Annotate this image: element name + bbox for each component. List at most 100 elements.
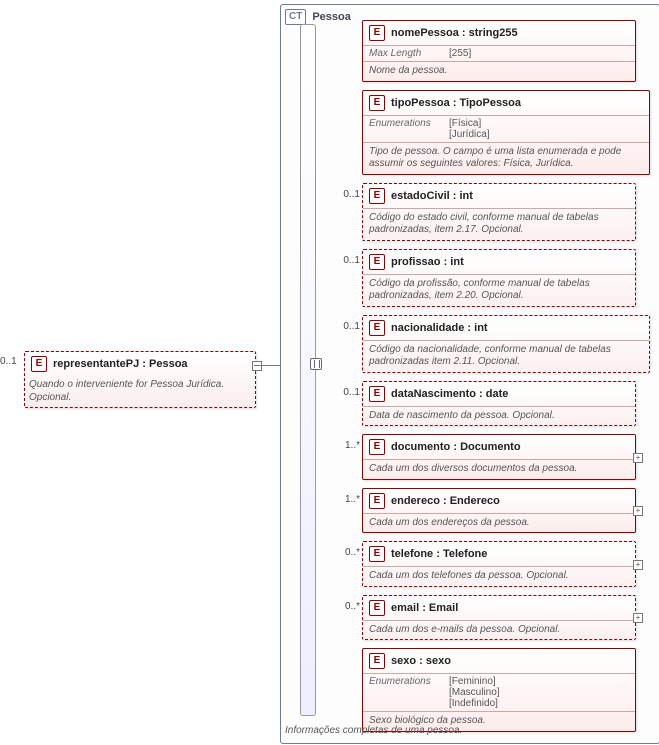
element-desc: Código da profissão, conforme manual de …: [363, 274, 635, 306]
occurrence-label: 0..1: [336, 387, 360, 398]
element-header: EtipoPessoa : TipoPessoa: [363, 91, 649, 115]
element-type: TipoPessoa: [459, 97, 521, 109]
element-sexo[interactable]: Esexo : sexo Enumerations [Feminino] [Masc…: [362, 648, 636, 732]
element-name: estadoCivil: [391, 190, 450, 202]
element-header: EdataNascimento : date: [363, 382, 635, 406]
element-name: sexo: [391, 655, 416, 667]
element-representantePJ[interactable]: E representantePJ : Pessoa Quando o inte…: [24, 351, 256, 408]
element-name: email: [391, 602, 419, 614]
element-tag: E: [369, 386, 385, 402]
element-tag: E: [369, 95, 385, 111]
element-name: nacionalidade: [391, 322, 464, 334]
element-desc: Nome da pessoa.: [363, 61, 635, 81]
element-tag: E: [369, 320, 385, 336]
element-desc: Data de nascimento da pessoa. Opcional.: [363, 406, 635, 426]
element-endereco[interactable]: Eendereco : EnderecoCada um dos endereço…: [362, 488, 636, 534]
element-tag: E: [369, 439, 385, 455]
element-type: Email: [429, 602, 458, 614]
element-header: Edocumento : Documento: [363, 435, 635, 459]
child-sexo: Esexo : sexo Enumerations [Feminino] [Masc…: [336, 648, 648, 732]
facet-value: [255]: [449, 48, 471, 59]
expand-icon[interactable]: +: [633, 453, 643, 463]
element-desc: Cada um dos endereços da pessoa.: [363, 513, 635, 533]
element-tipoPessoa[interactable]: EtipoPessoa : TipoPessoa Enumerations [Fís…: [362, 90, 650, 175]
facet-row: Enumerations [Física] [Jurídica]: [363, 115, 649, 142]
element-telefone[interactable]: Etelefone : TelefoneCada um dos telefone…: [362, 541, 636, 587]
occurrence-label: 0..*: [336, 601, 360, 612]
element-header: Eendereco : Endereco: [363, 489, 635, 513]
element-desc: Tipo de pessoa. O campo é uma lista enum…: [363, 142, 649, 174]
occurrence-label: 0..1: [336, 321, 360, 332]
element-desc: Cada um dos e-mails da pessoa. Opcional.: [363, 620, 635, 640]
element-profissao[interactable]: Eprofissao : intCódigo da profissão, con…: [362, 249, 636, 307]
expand-icon[interactable]: +: [633, 560, 643, 570]
facet-label: Enumerations: [369, 118, 439, 140]
element-tag: E: [369, 254, 385, 270]
sequence-compositor-icon[interactable]: [310, 358, 322, 370]
element-type: string255: [469, 27, 518, 39]
element-name: profissao: [391, 256, 441, 268]
element-type: int: [450, 256, 463, 268]
children-container: EnomePessoa : string255 Max Length [255] No…: [336, 20, 648, 740]
element-tag: E: [369, 493, 385, 509]
occurrence-label: 0..*: [336, 547, 360, 558]
ct-tag: CT: [285, 9, 306, 25]
element-type: int: [459, 190, 472, 202]
element-desc: Código do estado civil, conforme manual …: [363, 208, 635, 240]
element-name: endereco: [391, 495, 440, 507]
element-type: sexo: [426, 655, 451, 667]
element-tag: E: [369, 600, 385, 616]
element-nomePessoa[interactable]: EnomePessoa : string255 Max Length [255] No…: [362, 20, 636, 82]
element-type: Endereco: [450, 495, 500, 507]
ct-footer: Informações completas de uma pessoa.: [285, 725, 462, 736]
element-name: telefone: [391, 548, 433, 560]
facet-row: Enumerations [Feminino] [Masculino] [Inde…: [363, 673, 635, 711]
facet-row: Max Length [255]: [363, 45, 635, 61]
element-desc: Código da nacionalidade, conforme manual…: [363, 340, 649, 372]
element-desc: Cada um dos diversos documentos da pesso…: [363, 459, 635, 479]
child-estadoCivil: 0..1EestadoCivil : intCódigo do estado c…: [336, 183, 648, 241]
expand-icon[interactable]: +: [633, 613, 643, 623]
element-header: Eprofissao : int: [363, 250, 635, 274]
child-endereco: 1..*Eendereco : EnderecoCada um dos ende…: [336, 488, 648, 534]
child-tipoPessoa: EtipoPessoa : TipoPessoa Enumerations [Fís…: [336, 90, 648, 175]
element-tag: E: [369, 653, 385, 669]
expand-icon[interactable]: +: [633, 506, 643, 516]
element-tag: E: [369, 546, 385, 562]
facet-label: Max Length: [369, 48, 439, 59]
element-documento[interactable]: Edocumento : DocumentoCada um dos divers…: [362, 434, 636, 480]
element-header: Etelefone : Telefone: [363, 542, 635, 566]
element-type: Documento: [460, 441, 521, 453]
child-profissao: 0..1Eprofissao : intCódigo da profissão,…: [336, 249, 648, 307]
element-header: Esexo : sexo: [363, 649, 635, 673]
facet-label: Enumerations: [369, 676, 439, 709]
element-desc: Quando o interveniente for Pessoa Jurídi…: [25, 376, 255, 407]
element-type: int: [474, 322, 487, 334]
child-nomePessoa: EnomePessoa : string255 Max Length [255] No…: [336, 20, 648, 82]
element-header: Eemail : Email: [363, 596, 635, 620]
element-name: nomePessoa: [391, 27, 459, 39]
child-dataNascimento: 0..1EdataNascimento : dateData de nascim…: [336, 381, 648, 427]
child-telefone: 0..*Etelefone : TelefoneCada um dos tele…: [336, 541, 648, 587]
sequence-bar: [300, 24, 316, 716]
element-tag: E: [369, 25, 385, 41]
element-estadoCivil[interactable]: EestadoCivil : intCódigo do estado civil…: [362, 183, 636, 241]
occurrence-label: 0..1: [336, 189, 360, 200]
element-type: Pessoa: [149, 358, 188, 370]
element-type: date: [486, 388, 509, 400]
connector-line: [254, 365, 280, 367]
element-nacionalidade[interactable]: Enacionalidade : intCódigo da nacionalid…: [362, 315, 650, 373]
facet-value: [Física] [Jurídica]: [449, 118, 490, 140]
element-type-sep: :: [142, 358, 149, 370]
occurrence-label: 1..*: [336, 494, 360, 505]
element-email[interactable]: Eemail : EmailCada um dos e-mails da pes…: [362, 595, 636, 641]
occurrence-label: 0..1: [336, 255, 360, 266]
occurrence-label: 1..*: [336, 440, 360, 451]
element-desc: Cada um dos telefones da pessoa. Opciona…: [363, 566, 635, 586]
element-name: representantePJ: [53, 358, 139, 370]
element-header: EnomePessoa : string255: [363, 21, 635, 45]
facet-value: [Feminino] [Masculino] [Indefinido]: [449, 676, 500, 709]
element-type: Telefone: [443, 548, 487, 560]
element-tag: E: [369, 188, 385, 204]
element-dataNascimento[interactable]: EdataNascimento : dateData de nascimento…: [362, 381, 636, 427]
